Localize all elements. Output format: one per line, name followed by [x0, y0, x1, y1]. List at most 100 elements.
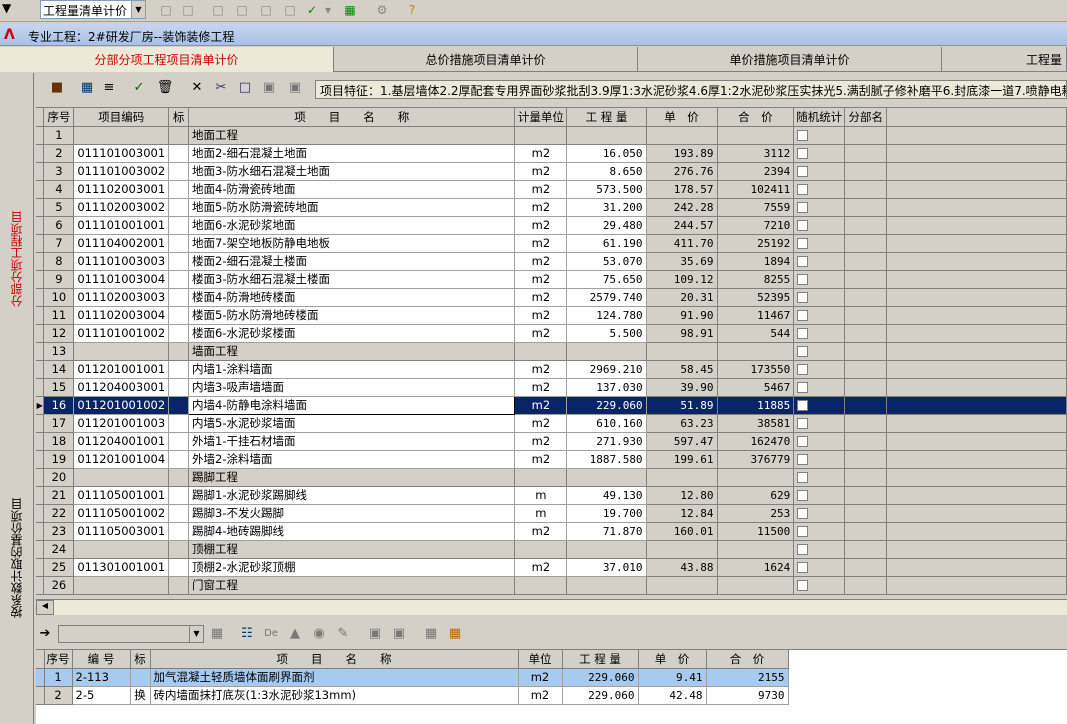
row-division[interactable] [844, 144, 888, 163]
row-mark[interactable] [168, 540, 190, 559]
arrow-right-icon[interactable]: ➔ [36, 625, 54, 643]
row-mark[interactable] [168, 144, 190, 163]
col-header-division[interactable]: 分部名 [844, 108, 888, 127]
row-division[interactable] [844, 180, 888, 199]
row-unit[interactable]: m2 [514, 378, 568, 397]
tab-quantities[interactable]: 工程量 [942, 47, 1067, 72]
row-random-stat[interactable] [793, 396, 846, 415]
row-code[interactable] [73, 126, 170, 145]
row-mark[interactable] [168, 432, 190, 451]
row-code[interactable]: 011102003002 [73, 198, 170, 217]
random-stat-checkbox[interactable] [797, 472, 809, 483]
random-stat-checkbox[interactable] [797, 328, 809, 339]
row-mark[interactable] [168, 198, 190, 217]
row-indicator[interactable] [36, 504, 45, 523]
row-mark[interactable]: 换 [130, 686, 151, 705]
row-code[interactable]: 011201001004 [73, 450, 170, 469]
row-division[interactable] [844, 576, 888, 595]
row-random-stat[interactable] [793, 180, 846, 199]
row-no[interactable]: 20 [43, 468, 75, 487]
row-code[interactable]: 011101003002 [73, 162, 170, 181]
row-no[interactable]: 23 [43, 522, 75, 541]
row-qty[interactable]: 53.070 [566, 252, 647, 271]
row-qty[interactable]: 229.060 [562, 686, 639, 705]
random-stat-checkbox[interactable] [797, 490, 809, 501]
row-name[interactable]: 地面2-细石混凝土地面 [188, 144, 516, 163]
table-row[interactable]: 14 011201001001 内墙1-涂料墙面 m2 2969.210 58.45 173… [36, 360, 1067, 379]
row-division[interactable] [844, 270, 888, 289]
calculator-icon[interactable]: ▦ [422, 625, 440, 643]
row-division[interactable] [844, 414, 888, 433]
random-stat-checkbox[interactable] [797, 508, 809, 519]
row-random-stat[interactable] [793, 252, 846, 271]
row-random-stat[interactable] [793, 234, 846, 253]
row-indicator[interactable] [36, 144, 45, 163]
row-division[interactable] [844, 306, 888, 325]
row-name[interactable]: 地面3-防水细石混凝土地面 [188, 162, 516, 181]
table-row[interactable]: 20 踢脚工程 [36, 468, 1067, 487]
random-stat-checkbox[interactable] [797, 382, 809, 393]
row-indicator[interactable] [36, 198, 45, 217]
row-division[interactable] [844, 234, 888, 253]
row-no[interactable]: 13 [43, 342, 75, 361]
row-indicator[interactable] [36, 486, 45, 505]
tab-unit-measures[interactable]: 单价措施项目清单计价 [638, 47, 942, 72]
sub-select[interactable]: ▼ [58, 625, 204, 643]
side-tab-coefficient-items[interactable]: 按系数计取的基价项目 [0, 443, 34, 673]
random-stat-checkbox[interactable] [797, 580, 809, 591]
row-random-stat[interactable] [793, 216, 846, 235]
row-division[interactable] [844, 342, 888, 361]
row-name[interactable]: 内墙1-涂料墙面 [188, 360, 516, 379]
row-random-stat[interactable] [793, 486, 846, 505]
row-mark[interactable] [168, 414, 190, 433]
table-row[interactable]: 2 2-5 换砖内墙面抹打底灰(1:3水泥砂浆13mm) m2 229.060 42.48… [36, 686, 789, 705]
table-row[interactable]: 3 011101003002 地面3-防水细石混凝土地面 m2 8.650 276.76 2… [36, 162, 1067, 181]
flask-icon[interactable]: ▲ [286, 625, 304, 643]
row-division[interactable] [844, 324, 888, 343]
row-qty[interactable]: 1887.580 [566, 450, 647, 469]
row-name[interactable]: 地面工程 [188, 126, 516, 145]
calc-icon[interactable]: ▦ [342, 2, 358, 18]
row-name[interactable]: 外墙1-干挂石材墙面 [188, 432, 516, 451]
row-random-stat[interactable] [793, 126, 846, 145]
table-row[interactable]: 5 011102003002 地面5-防水防滑瓷砖地面 m2 31.200 242.28 7… [36, 198, 1067, 217]
row-division[interactable] [844, 252, 888, 271]
row-unit[interactable]: m2 [518, 668, 563, 687]
row-qty[interactable]: 573.500 [566, 180, 647, 199]
delete-icon[interactable]: ✕ [188, 79, 206, 97]
row-no[interactable]: 8 [43, 252, 75, 271]
row-qty[interactable]: 137.030 [566, 378, 647, 397]
row-name[interactable]: 内墙3-吸声墙墙面 [188, 378, 516, 397]
tool-icon[interactable]: ✎ [334, 625, 352, 643]
row-code[interactable] [73, 576, 170, 595]
scroll-left-icon[interactable]: ◀ [36, 600, 54, 615]
table-row[interactable]: 15 011204003001 内墙3-吸声墙墙面 m2 137.030 39.90 546… [36, 378, 1067, 397]
row-qty[interactable]: 610.160 [566, 414, 647, 433]
row-random-stat[interactable] [793, 288, 846, 307]
col-header-code[interactable]: 项目编码 [73, 108, 170, 127]
row-indicator[interactable] [36, 522, 45, 541]
cut-icon[interactable]: □ [210, 2, 226, 18]
horizontal-scrollbar[interactable]: ◀ [36, 599, 1067, 615]
sub-col-header-no[interactable]: 序号 [44, 650, 73, 669]
row-indicator[interactable] [36, 668, 45, 687]
row-random-stat[interactable] [793, 342, 846, 361]
table-row[interactable]: 11 011102003004 楼面5-防水防滑地砖楼面 m2 124.780 91.90… [36, 306, 1067, 325]
side-tab-item-projects[interactable]: 分部分项工程项目 [0, 159, 34, 359]
row-random-stat[interactable] [793, 414, 846, 433]
row-division[interactable] [844, 450, 888, 469]
row-code[interactable]: 011102003003 [73, 288, 170, 307]
row-random-stat[interactable] [793, 540, 846, 559]
row-mark[interactable] [168, 450, 190, 469]
row-no[interactable]: 22 [43, 504, 75, 523]
row-code[interactable]: 011101003003 [73, 252, 170, 271]
row-name[interactable]: 地面6-水泥砂浆地面 [188, 216, 516, 235]
grid-close-icon[interactable]: ▦ [208, 625, 226, 643]
random-stat-checkbox[interactable] [797, 400, 809, 411]
row-qty[interactable]: 75.650 [566, 270, 647, 289]
col-header-mark[interactable]: 标 [168, 108, 190, 127]
random-stat-checkbox[interactable] [797, 148, 809, 159]
row-qty[interactable]: 5.500 [566, 324, 647, 343]
row-code[interactable]: 011101001002 [73, 324, 170, 343]
move-icon[interactable]: ◉ [310, 625, 328, 643]
